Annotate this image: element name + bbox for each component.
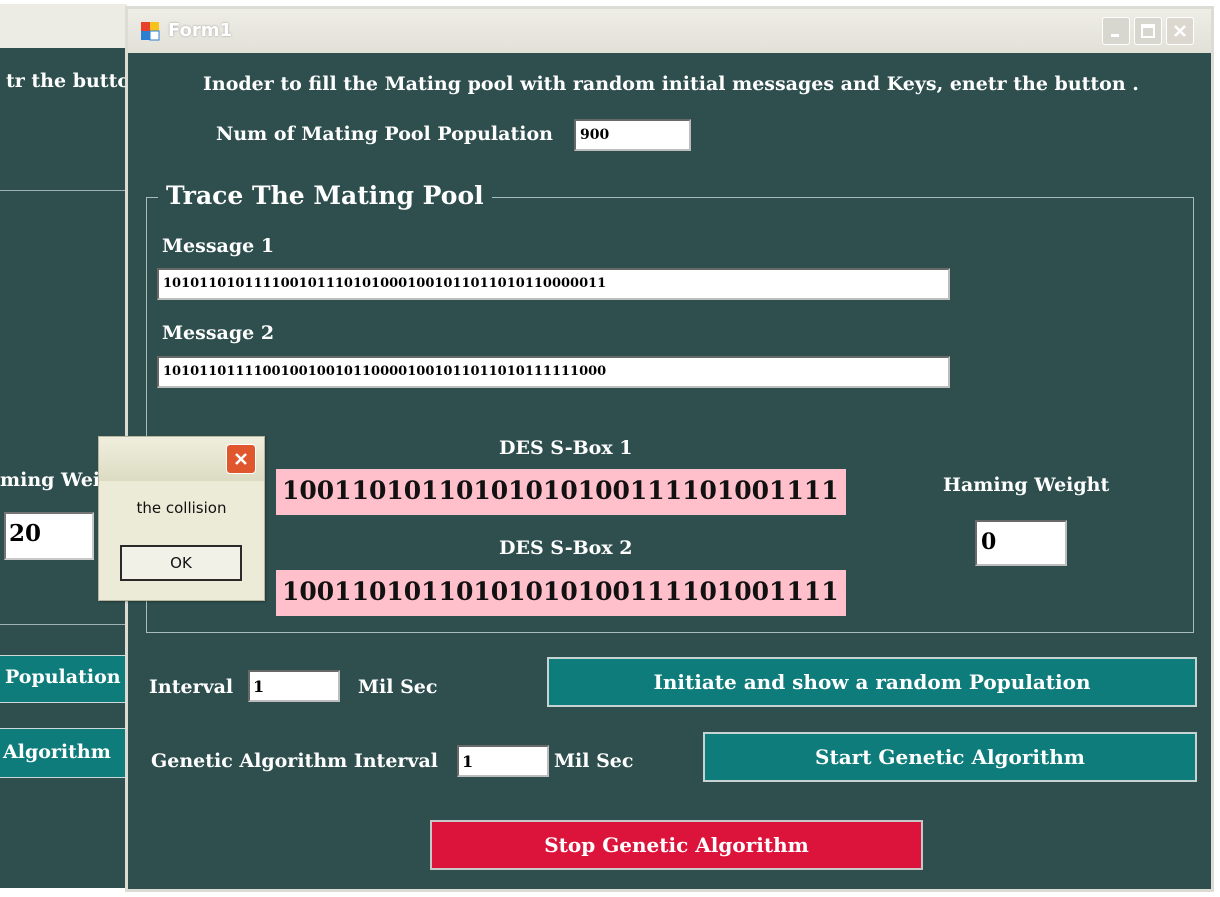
dialog-close-icon — [235, 453, 247, 465]
background-group-border-bottom — [0, 624, 127, 625]
stop-genetic-algorithm-button[interactable]: Stop Genetic Algorithm — [430, 820, 923, 870]
sbox2-field[interactable]: 10011010110101010100111101001111 — [276, 570, 846, 616]
background-population-button[interactable]: Population — [0, 655, 127, 703]
interval-label: Interval — [149, 676, 234, 698]
close-icon — [1174, 25, 1186, 37]
hamming-weight-field[interactable]: 0 — [975, 520, 1067, 566]
ga-interval-label: Genetic Algorithm Interval — [151, 750, 438, 772]
background-group-border — [0, 190, 127, 191]
app-form-icon — [141, 22, 160, 41]
main-window: Form1 Inoder to fill the Mating pool wit… — [125, 6, 1214, 892]
group-title: Trace The Mating Pool — [158, 181, 492, 210]
close-button[interactable] — [1166, 17, 1194, 45]
window-title: Form1 — [168, 20, 233, 41]
dialog-message: the collision — [136, 499, 227, 517]
sbox2-label: DES S-Box 2 — [499, 537, 633, 559]
background-weight-label: ming Wei — [0, 469, 98, 491]
maximize-icon — [1141, 24, 1155, 38]
population-label: Num of Mating Pool Population — [216, 123, 553, 145]
collision-dialog: the collision OK — [98, 436, 265, 601]
message2-field[interactable]: 1010110111100100100101100001001011011010… — [157, 356, 950, 388]
minimize-button[interactable] — [1102, 17, 1130, 45]
mating-pool-groupbox — [146, 197, 1194, 633]
hamming-weight-label: Haming Weight — [943, 474, 1110, 496]
initiate-population-button[interactable]: Initiate and show a random Population — [547, 657, 1197, 707]
dialog-ok-button[interactable]: OK — [120, 545, 242, 581]
minimize-icon — [1111, 34, 1119, 37]
start-genetic-algorithm-button[interactable]: Start Genetic Algorithm — [703, 732, 1197, 782]
dialog-close-button[interactable] — [226, 444, 256, 474]
ga-interval-unit: Mil Sec — [554, 750, 634, 772]
sbox1-label: DES S-Box 1 — [499, 437, 633, 459]
sbox1-field[interactable]: 10011010110101010100111101001111 — [276, 469, 846, 515]
background-instruction-text: tr the butto — [6, 70, 125, 92]
interval-field[interactable]: 1 — [248, 670, 340, 702]
message1-label: Message 1 — [162, 235, 275, 257]
message2-label: Message 2 — [162, 322, 275, 344]
ga-interval-field[interactable]: 1 — [457, 745, 549, 777]
instruction-text: Inoder to fill the Mating pool with rand… — [203, 73, 1139, 95]
background-window-titlebar — [0, 4, 127, 48]
maximize-button[interactable] — [1134, 17, 1162, 45]
background-weight-field[interactable]: 20 — [4, 512, 94, 560]
background-algorithm-button[interactable]: Algorithm — [0, 728, 127, 778]
message1-field[interactable]: 1010110101111001011101010001001011011010… — [157, 268, 950, 300]
population-field[interactable]: 900 — [574, 119, 691, 151]
interval-unit: Mil Sec — [358, 676, 438, 698]
title-bar[interactable]: Form1 — [128, 9, 1211, 53]
